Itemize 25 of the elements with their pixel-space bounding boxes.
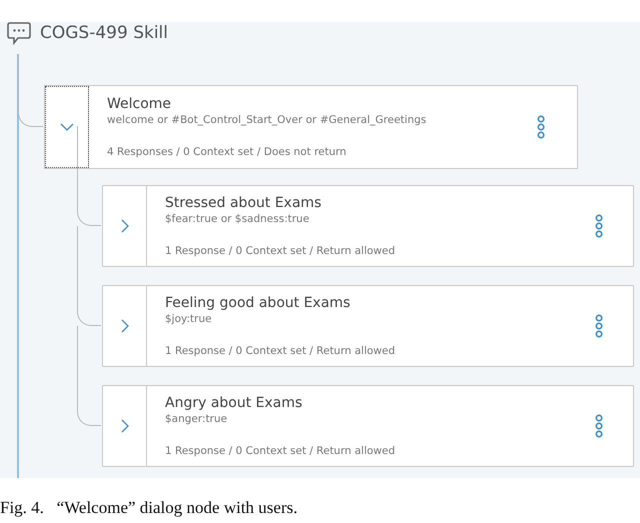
more-options-icon[interactable] bbox=[595, 214, 603, 238]
node-condition: $anger:true bbox=[165, 412, 228, 426]
chat-bubble-icon bbox=[6, 21, 32, 45]
node-title: Angry about Exams bbox=[165, 394, 304, 412]
more-options-icon[interactable] bbox=[537, 115, 545, 139]
connector-line bbox=[18, 55, 43, 127]
dialog-node-card[interactable]: Welcome welcome or #Bot_Control_Start_Over or #General_Greetings 4 Responses / 0 Context set / Does not return bbox=[44, 85, 578, 169]
more-options-icon[interactable] bbox=[595, 314, 603, 338]
node-title: Feeling good about Exams bbox=[165, 294, 352, 312]
node-condition: $joy:true bbox=[165, 312, 213, 326]
skill-title: COGS-499 Skill bbox=[40, 23, 168, 43]
node-summary: 4 Responses / 0 Context set / Does not return bbox=[107, 145, 348, 159]
dialog-node-card[interactable]: Feeling good about Exams $joy:true 1 Response / 0 Context set / Return allowed bbox=[102, 285, 634, 367]
node-title: Stressed about Exams bbox=[165, 194, 322, 212]
dialog-node-card[interactable]: Stressed about Exams $fear:true or $sadness:true 1 Response / 0 Context set / Return allowed bbox=[102, 185, 634, 267]
dialog-node-card[interactable]: Angry about Exams $anger:true 1 Response / 0 Context set / Return allowed bbox=[102, 385, 634, 467]
figure-caption: Fig. 4. “Welcome” dialog node with users. bbox=[0, 498, 298, 518]
node-condition: $fear:true or $sadness:true bbox=[165, 212, 310, 226]
node-summary: 1 Response / 0 Context set / Return allowed bbox=[165, 244, 396, 258]
expand-toggle[interactable] bbox=[45, 86, 89, 168]
node-title: Welcome bbox=[107, 95, 172, 113]
more-options-icon[interactable] bbox=[595, 414, 603, 438]
node-summary: 1 Response / 0 Context set / Return allowed bbox=[165, 444, 396, 458]
node-condition: welcome or #Bot_Control_Start_Over or #General_Greetings bbox=[107, 113, 428, 127]
node-summary: 1 Response / 0 Context set / Return allowed bbox=[165, 344, 396, 358]
